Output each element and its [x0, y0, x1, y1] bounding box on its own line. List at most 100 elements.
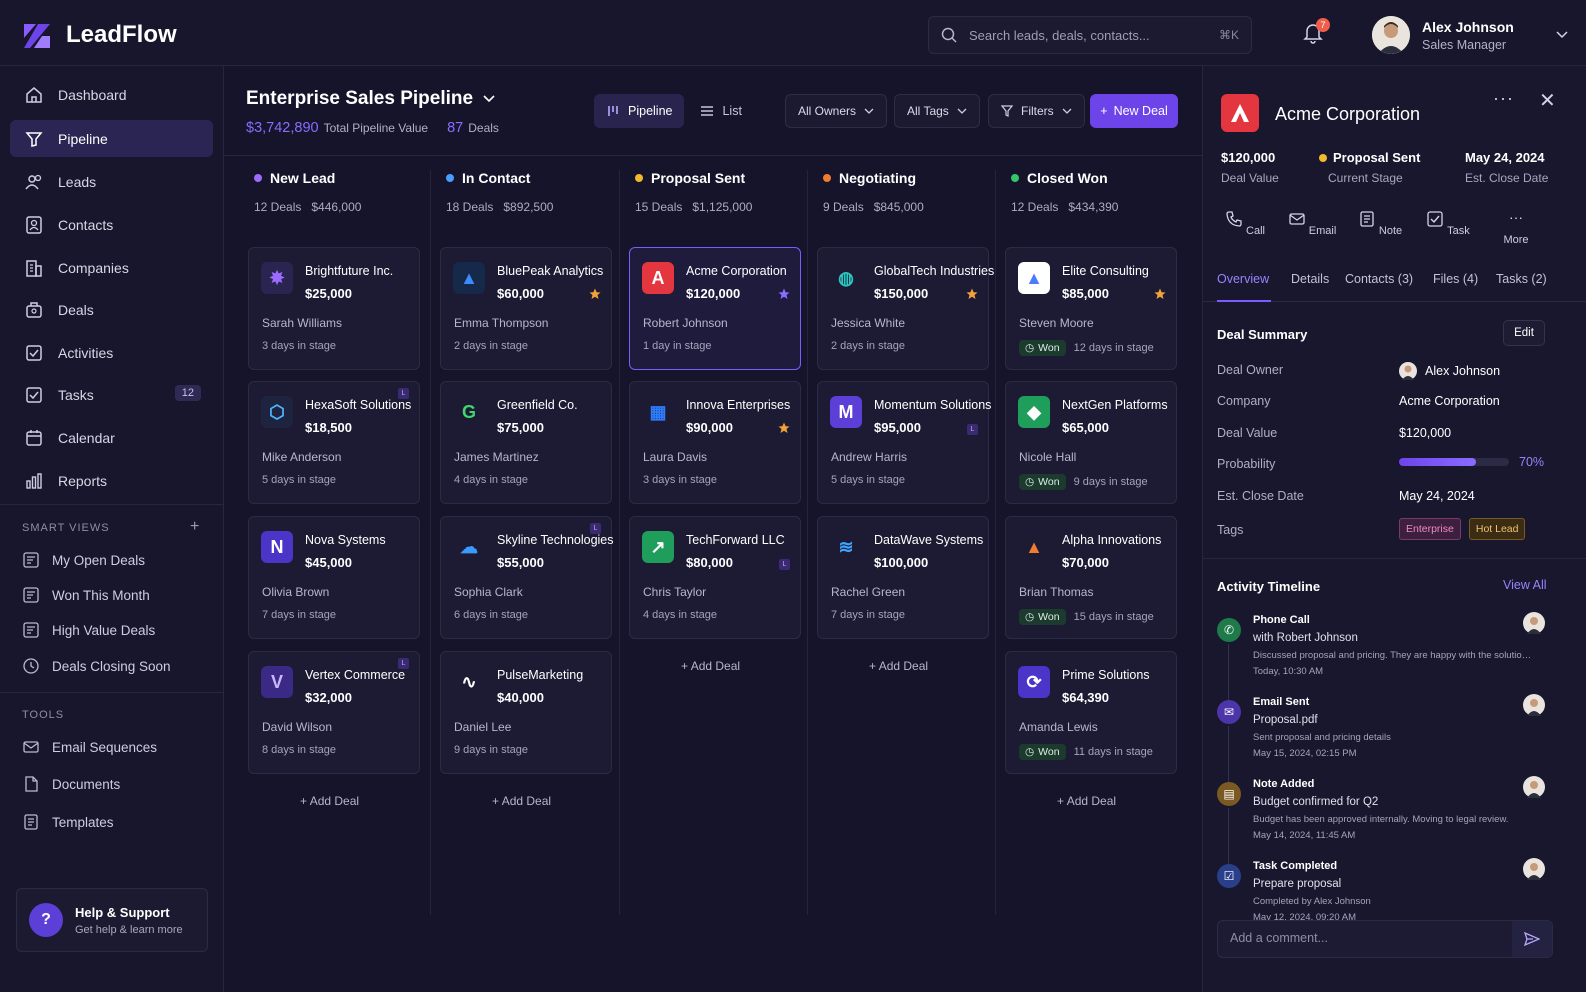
task-action[interactable]: Task — [1423, 210, 1473, 237]
deal-card[interactable]: ↗ TechForward LLC $80,000 Chris Taylor 4 day… — [629, 516, 801, 639]
deal-value: $85,000 — [1062, 286, 1109, 301]
sidebar-item-companies[interactable]: Companies — [10, 249, 213, 286]
tool-documents[interactable]: Documents — [22, 771, 120, 797]
new-deal-button[interactable]: + New Deal — [1090, 94, 1178, 128]
pipeline-column: Negotiating 9 Deals $845,000 — [817, 170, 997, 214]
company-value[interactable]: Acme Corporation — [1399, 394, 1500, 408]
add-smart-view-button[interactable]: + — [190, 518, 199, 536]
tab-overview[interactable]: Overview — [1217, 272, 1271, 302]
sidebar-item-dashboard[interactable]: Dashboard — [10, 76, 213, 113]
chevron-down-icon — [957, 108, 967, 114]
close-icon[interactable]: ✕ — [1539, 88, 1556, 113]
owners-filter-dropdown[interactable]: All Owners — [785, 94, 888, 128]
deal-card[interactable]: ∿ PulseMarketing $40,000 Daniel Lee 9 days i… — [440, 651, 612, 774]
email-action[interactable]: Email — [1287, 210, 1337, 237]
sidebar-item-deals[interactable]: Deals — [10, 291, 213, 328]
sidebar-item-tasks[interactable]: Tasks 12 — [10, 376, 213, 413]
deal-card[interactable]: ▦ Innova Enterprises $90,000 Laura Davis 3 d… — [629, 381, 801, 504]
deal-card[interactable]: ⬡ HexaSoft Solutions $18,500 Mike Anderson 5… — [248, 381, 420, 504]
smart-view-won-this-month[interactable]: Won This Month — [22, 582, 150, 608]
tag-hot-lead[interactable]: Hot Lead — [1468, 518, 1526, 540]
tool-templates[interactable]: Templates — [22, 809, 114, 835]
app-name: LeadFlow — [66, 21, 177, 48]
sidebar-item-pipeline[interactable]: Pipeline — [10, 120, 213, 157]
days-in-stage: 4 days in stage — [643, 609, 717, 621]
deal-card[interactable]: N Nova Systems $45,000 Olivia Brown 7 days i… — [248, 516, 420, 639]
deal-card[interactable]: M Momentum Solutions $95,000 Andrew Harris 5… — [817, 381, 991, 504]
deal-card[interactable]: ◆ NextGen Platforms $65,000 Nicole Hall ◷ Won… — [1005, 381, 1177, 504]
column-total: $1,125,000 — [692, 200, 753, 214]
comment-input[interactable] — [1230, 931, 1500, 945]
pipeline-selector[interactable]: Enterprise Sales Pipeline — [246, 88, 495, 110]
user-name: Alex Johnson — [1422, 18, 1514, 35]
deal-card[interactable]: ✸ Brightfuture Inc. $25,000 Sarah Williams 3… — [248, 247, 420, 370]
pipeline-view-button[interactable]: Pipeline — [594, 94, 685, 128]
deal-card[interactable]: V Vertex Commerce $32,000 David Wilson 8 day… — [248, 651, 420, 774]
tags-filter-dropdown[interactable]: All Tags — [894, 94, 980, 128]
smart-view-my-open-deals[interactable]: My Open Deals — [22, 547, 145, 573]
pipeline-header: Enterprise Sales Pipeline $3,742,890 Tot… — [224, 66, 1202, 156]
sidebar-item-activities[interactable]: Activities — [10, 334, 213, 371]
help-support-card[interactable]: ? Help & Support Get help & learn more — [16, 888, 208, 952]
more-action[interactable]: ··· More — [1491, 210, 1541, 246]
filters-button[interactable]: Filters — [988, 94, 1085, 128]
add-deal-button[interactable]: + Add Deal — [1057, 794, 1116, 808]
view-all-link[interactable]: View All — [1503, 578, 1547, 592]
user-menu[interactable]: Alex Johnson Sales Manager — [1372, 16, 1568, 54]
list-view-button[interactable]: List — [688, 94, 753, 128]
plus-icon: + — [492, 794, 502, 808]
check-circle-icon: ◷ — [1025, 476, 1035, 488]
app-logo[interactable]: LeadFlow — [22, 20, 177, 50]
add-deal-button[interactable]: + Add Deal — [869, 659, 928, 673]
sidebar-item-calendar[interactable]: Calendar — [10, 419, 213, 456]
deal-card[interactable]: ⟳ Prime Solutions $64,390 Amanda Lewis ◷ Won 1… — [1005, 651, 1177, 774]
star-icon[interactable] — [778, 288, 790, 300]
bar-chart-icon — [26, 472, 42, 489]
smart-view-deals-closing-soon[interactable]: Deals Closing Soon — [22, 653, 171, 679]
sidebar-item-label: Reports — [58, 472, 108, 489]
notifications-button[interactable]: 7 — [1302, 18, 1330, 48]
days-label: 7 days in stage — [831, 609, 905, 621]
deal-card[interactable]: A Acme Corporation $120,000 Robert Johnson 1… — [629, 247, 801, 370]
deal-card[interactable]: ≋ DataWave Systems $100,000 Rachel Green 7 d… — [817, 516, 989, 639]
add-deal-button[interactable]: + Add Deal — [300, 794, 359, 808]
global-search[interactable]: ⌘K — [928, 16, 1252, 54]
deal-card[interactable]: ▲ Alpha Innovations $70,000 Brian Thomas ◷ Wo… — [1005, 516, 1177, 639]
deal-card[interactable]: ▲ BluePeak Analytics $60,000 Emma Thompson 2… — [440, 247, 612, 370]
deal-summary-heading: Deal Summary — [1217, 327, 1308, 342]
search-input[interactable] — [969, 27, 1207, 43]
edit-button[interactable]: Edit — [1503, 320, 1545, 346]
deal-card[interactable]: ☁ Skyline Technologies $55,000 Sophia Clark… — [440, 516, 614, 639]
call-action[interactable]: Call — [1220, 210, 1270, 237]
tab-tasks[interactable]: Tasks (2) — [1496, 272, 1547, 302]
star-icon[interactable] — [589, 288, 601, 300]
probability-bar[interactable] — [1399, 458, 1509, 466]
star-icon[interactable] — [1154, 288, 1166, 300]
tab-contacts[interactable]: Contacts (3) — [1345, 272, 1413, 302]
tag-enterprise[interactable]: Enterprise — [1399, 518, 1461, 540]
deal-card[interactable]: ◍ GlobalTech Industries $150,000 Jessica Wh… — [817, 247, 994, 370]
deal-card[interactable]: G Greenfield Co. $75,000 James Martinez 4 da… — [440, 381, 612, 504]
note-action[interactable]: Note — [1355, 210, 1405, 237]
days-label: 6 days in stage — [454, 609, 528, 621]
star-icon[interactable] — [778, 422, 790, 434]
sidebar-item-leads[interactable]: Leads — [10, 163, 213, 200]
smart-view-high-value-deals[interactable]: High Value Deals — [22, 617, 155, 643]
deal-owner-value[interactable]: Alex Johnson — [1399, 362, 1500, 380]
send-button[interactable] — [1512, 921, 1552, 957]
tab-files[interactable]: Files (4) — [1433, 272, 1478, 302]
tool-email-sequences[interactable]: Email Sequences — [22, 734, 157, 760]
smart-view-label: High Value Deals — [52, 622, 156, 638]
stage-dot — [1011, 174, 1019, 182]
stage-dot — [254, 174, 262, 182]
star-icon[interactable] — [966, 288, 978, 300]
sidebar-item-reports[interactable]: Reports — [10, 462, 213, 499]
deal-card[interactable]: ▲ Elite Consulting $85,000 Steven Moore ◷ Won… — [1005, 247, 1177, 370]
tab-details[interactable]: Details — [1291, 272, 1329, 302]
column-header: Proposal Sent — [629, 170, 809, 186]
more-options-icon[interactable]: ··· — [1493, 88, 1514, 109]
add-deal-button[interactable]: + Add Deal — [492, 794, 551, 808]
pipeline-column: In Contact 18 Deals $892,500 — [440, 170, 620, 214]
sidebar-item-contacts[interactable]: Contacts — [10, 206, 213, 243]
add-deal-button[interactable]: + Add Deal — [681, 659, 740, 673]
